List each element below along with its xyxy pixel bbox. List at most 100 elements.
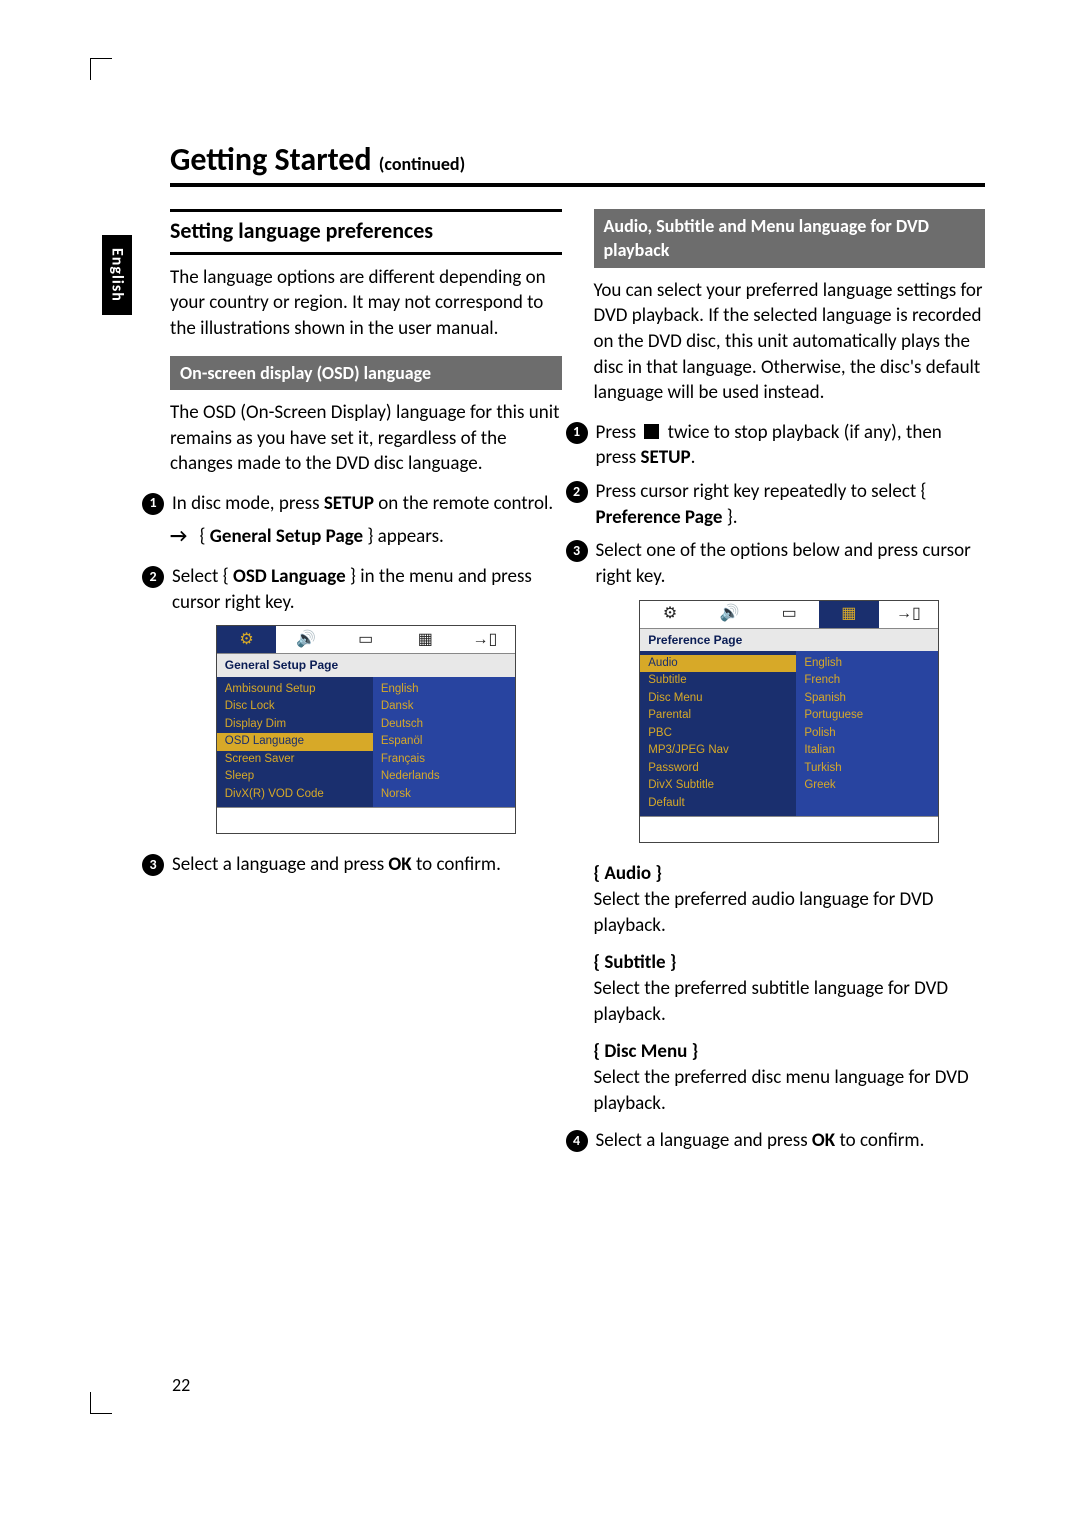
osd-right-list: English Dansk Deutsch Espanöl Français N…	[373, 677, 515, 808]
osd-body: Audio Subtitle Disc Menu Parental PBC MP…	[640, 651, 938, 817]
osd-tab-bar: ⚙ 🔊 ▭ ▦ →▯	[217, 626, 515, 654]
osd-tab-bar: ⚙ 🔊 ▭ ▦ →▯	[640, 601, 938, 629]
option-body: Select the preferred subtitle language f…	[594, 976, 986, 1027]
stop-icon	[644, 424, 659, 439]
step-number-icon: 1	[566, 422, 588, 444]
option-body: Select the preferred audio language for …	[594, 887, 986, 938]
osd-item: Default	[640, 795, 796, 813]
osd-item: Français	[373, 751, 515, 769]
osd-item: DivX(R) VOD Code	[217, 786, 373, 804]
osd-item: English	[796, 655, 938, 673]
osd-item: Screen Saver	[217, 751, 373, 769]
step-1: 1 Press twice to stop playback (if any),…	[566, 420, 986, 471]
osd-item: English	[373, 681, 515, 699]
osd-item: Subtitle	[640, 672, 796, 690]
osd-left-list: Audio Subtitle Disc Menu Parental PBC MP…	[640, 651, 796, 817]
osd-tab-icon: ▭	[759, 601, 819, 628]
step-1: 1 In disc mode, press SETUP on the remot…	[142, 491, 562, 517]
osd-tab-icon: ▦	[819, 601, 879, 628]
osd-body: Ambisound Setup Disc Lock Display Dim OS…	[217, 677, 515, 808]
option-disc-menu: { Disc Menu } Select the preferred disc …	[594, 1039, 986, 1116]
title-main: Getting Started	[170, 140, 372, 179]
step-4: 4 Select a language and press OK to conf…	[566, 1128, 986, 1154]
osd-tab-icon: ⚙	[217, 626, 277, 653]
step-3: 3 Select one of the options below and pr…	[566, 538, 986, 589]
two-column-layout: Setting language preferences The languag…	[170, 209, 985, 1162]
osd-item: Disc Menu	[640, 690, 796, 708]
osd-tab-icon: ▭	[336, 626, 396, 653]
page-title: Getting Started (continued)	[170, 140, 985, 187]
step-2: 2 Select { OSD Language } in the menu an…	[142, 564, 562, 615]
page-content: Getting Started (continued) Setting lang…	[100, 140, 985, 1162]
osd-page-header: Preference Page	[640, 629, 938, 651]
crop-mark-bottom-left	[90, 1392, 112, 1414]
result-line: { General Setup Page } appears.	[170, 524, 562, 550]
osd-item: Dansk	[373, 698, 515, 716]
osd-item-selected: OSD Language	[217, 733, 373, 751]
osd-tab-icon: ⚙	[640, 601, 700, 628]
osd-tab-icon: →▯	[879, 601, 939, 628]
step-body: Press twice to stop playback (if any), t…	[596, 420, 986, 471]
option-title: { Disc Menu }	[594, 1039, 986, 1065]
osd-screenshot-general: ⚙ 🔊 ▭ ▦ →▯ General Setup Page Ambisound …	[216, 625, 516, 834]
osd-item: Greek	[796, 777, 938, 795]
osd-item: Deutsch	[373, 716, 515, 734]
osd-item: Portuguese	[796, 707, 938, 725]
right-column: Audio, Subtitle and Menu language for DV…	[594, 209, 986, 1162]
osd-item: Spanish	[796, 690, 938, 708]
step-number-icon: 2	[142, 566, 164, 588]
step-number-icon: 3	[566, 540, 588, 562]
step-2: 2 Press cursor right key repeatedly to s…	[566, 479, 986, 530]
osd-right-list: English French Spanish Portuguese Polish…	[796, 651, 938, 817]
step-body: Select a language and press OK to confir…	[172, 852, 562, 878]
osd-item-selected: Audio	[640, 655, 796, 673]
step-number-icon: 3	[142, 854, 164, 876]
dvd-lang-heading-bar: Audio, Subtitle and Menu language for DV…	[594, 209, 986, 268]
osd-screenshot-preference: ⚙ 🔊 ▭ ▦ →▯ Preference Page Audio Subtitl…	[639, 600, 939, 844]
section-heading: Setting language preferences	[170, 209, 562, 255]
option-title: { Audio }	[594, 861, 986, 887]
osd-item: Parental	[640, 707, 796, 725]
title-continued: (continued)	[379, 153, 465, 175]
osd-page-header: General Setup Page	[217, 654, 515, 676]
left-column: Setting language preferences The languag…	[170, 209, 562, 1162]
osd-left-list: Ambisound Setup Disc Lock Display Dim OS…	[217, 677, 373, 808]
osd-tab-icon: 🔊	[276, 626, 336, 653]
osd-item: Espanöl	[373, 733, 515, 751]
option-body: Select the preferred disc menu language …	[594, 1065, 986, 1116]
osd-item: PBC	[640, 725, 796, 743]
step-3: 3 Select a language and press OK to conf…	[142, 852, 562, 878]
step-number-icon: 2	[566, 481, 588, 503]
step-body: Press cursor right key repeatedly to sel…	[596, 479, 986, 530]
osd-item: Nederlands	[373, 768, 515, 786]
crop-mark-top-left	[90, 58, 112, 80]
osd-item: Disc Lock	[217, 698, 373, 716]
step-body: In disc mode, press SETUP on the remote …	[172, 491, 562, 517]
step-number-icon: 4	[566, 1130, 588, 1152]
osd-paragraph: The OSD (On-Screen Display) language for…	[170, 400, 562, 477]
page-number: 22	[172, 1374, 190, 1396]
option-subtitle: { Subtitle } Select the preferred subtit…	[594, 950, 986, 1027]
step-body: Select a language and press OK to confir…	[596, 1128, 986, 1154]
osd-item: Ambisound Setup	[217, 681, 373, 699]
osd-item: Turkish	[796, 760, 938, 778]
osd-item: MP3/JPEG Nav	[640, 742, 796, 760]
osd-tab-icon: ▦	[396, 626, 456, 653]
osd-footer	[217, 807, 515, 833]
osd-item: Italian	[796, 742, 938, 760]
osd-item: Sleep	[217, 768, 373, 786]
step-body: Select one of the options below and pres…	[596, 538, 986, 589]
option-title: { Subtitle }	[594, 950, 986, 976]
step-number-icon: 1	[142, 493, 164, 515]
intro-paragraph: The language options are different depen…	[170, 265, 562, 342]
osd-heading-bar: On-screen display (OSD) language	[170, 356, 562, 390]
osd-item: Polish	[796, 725, 938, 743]
osd-tab-icon: →▯	[455, 626, 515, 653]
osd-item: Password	[640, 760, 796, 778]
step-body: Select { OSD Language } in the menu and …	[172, 564, 562, 615]
osd-footer	[640, 816, 938, 842]
osd-tab-icon: 🔊	[700, 601, 760, 628]
osd-item: French	[796, 672, 938, 690]
option-audio: { Audio } Select the preferred audio lan…	[594, 861, 986, 938]
osd-item: Display Dim	[217, 716, 373, 734]
